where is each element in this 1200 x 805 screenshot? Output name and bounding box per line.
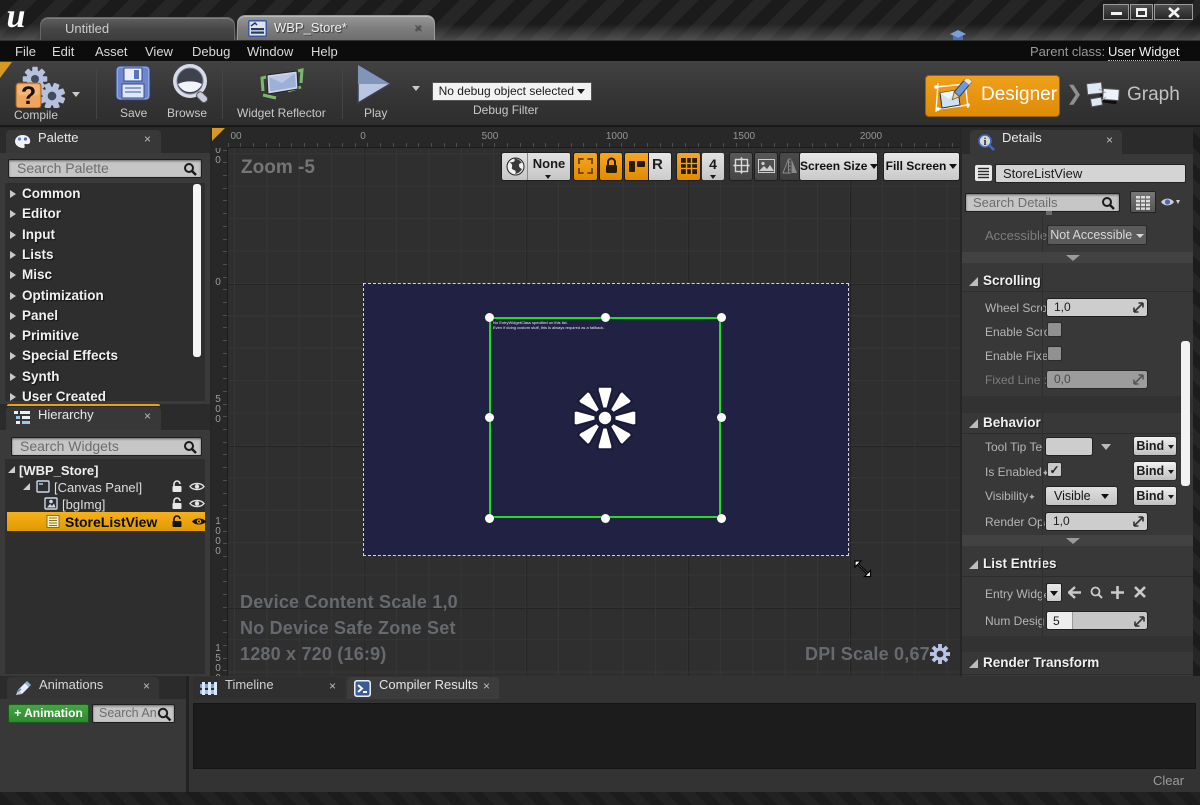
svg-text:u: u bbox=[7, 0, 26, 32]
svg-text:?: ? bbox=[21, 82, 36, 108]
